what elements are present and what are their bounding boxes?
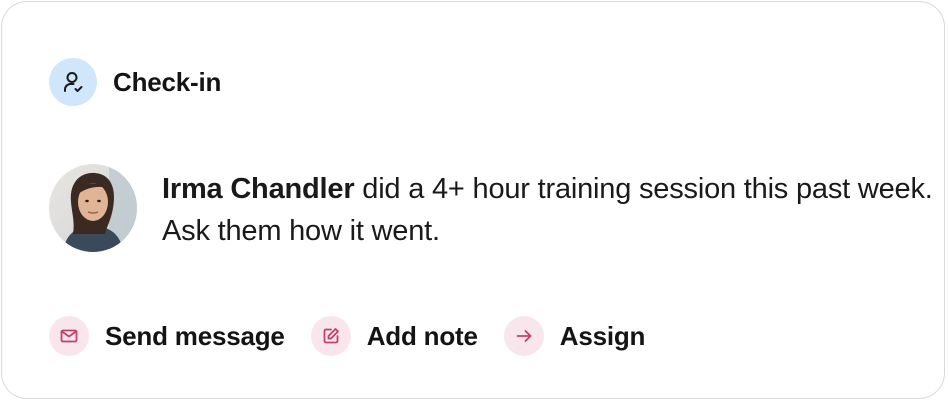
add-note-label: Add note (366, 320, 478, 351)
person-name[interactable]: Irma Chandler (162, 173, 355, 205)
avatar (49, 164, 137, 252)
card-title: Check-in (113, 66, 222, 97)
card-header: Check-in (49, 58, 221, 106)
send-message-button[interactable]: Send message (49, 316, 285, 356)
assign-button[interactable]: Assign (503, 316, 646, 356)
mail-icon (49, 316, 89, 356)
action-bar: Send message Add note Assign (49, 316, 671, 356)
assign-label: Assign (559, 320, 646, 351)
edit-note-icon (310, 316, 351, 356)
arrow-right-icon (503, 316, 544, 356)
send-message-label: Send message (105, 320, 285, 351)
check-in-card: Check-in Irma Chandler did a 4+ hour tra… (1, 1, 945, 399)
check-in-message: Irma Chandler did a 4+ hour training ses… (162, 168, 942, 252)
check-in-body: Irma Chandler did a 4+ hour training ses… (49, 164, 942, 252)
add-note-button[interactable]: Add note (310, 316, 478, 356)
user-check-icon (49, 58, 97, 106)
